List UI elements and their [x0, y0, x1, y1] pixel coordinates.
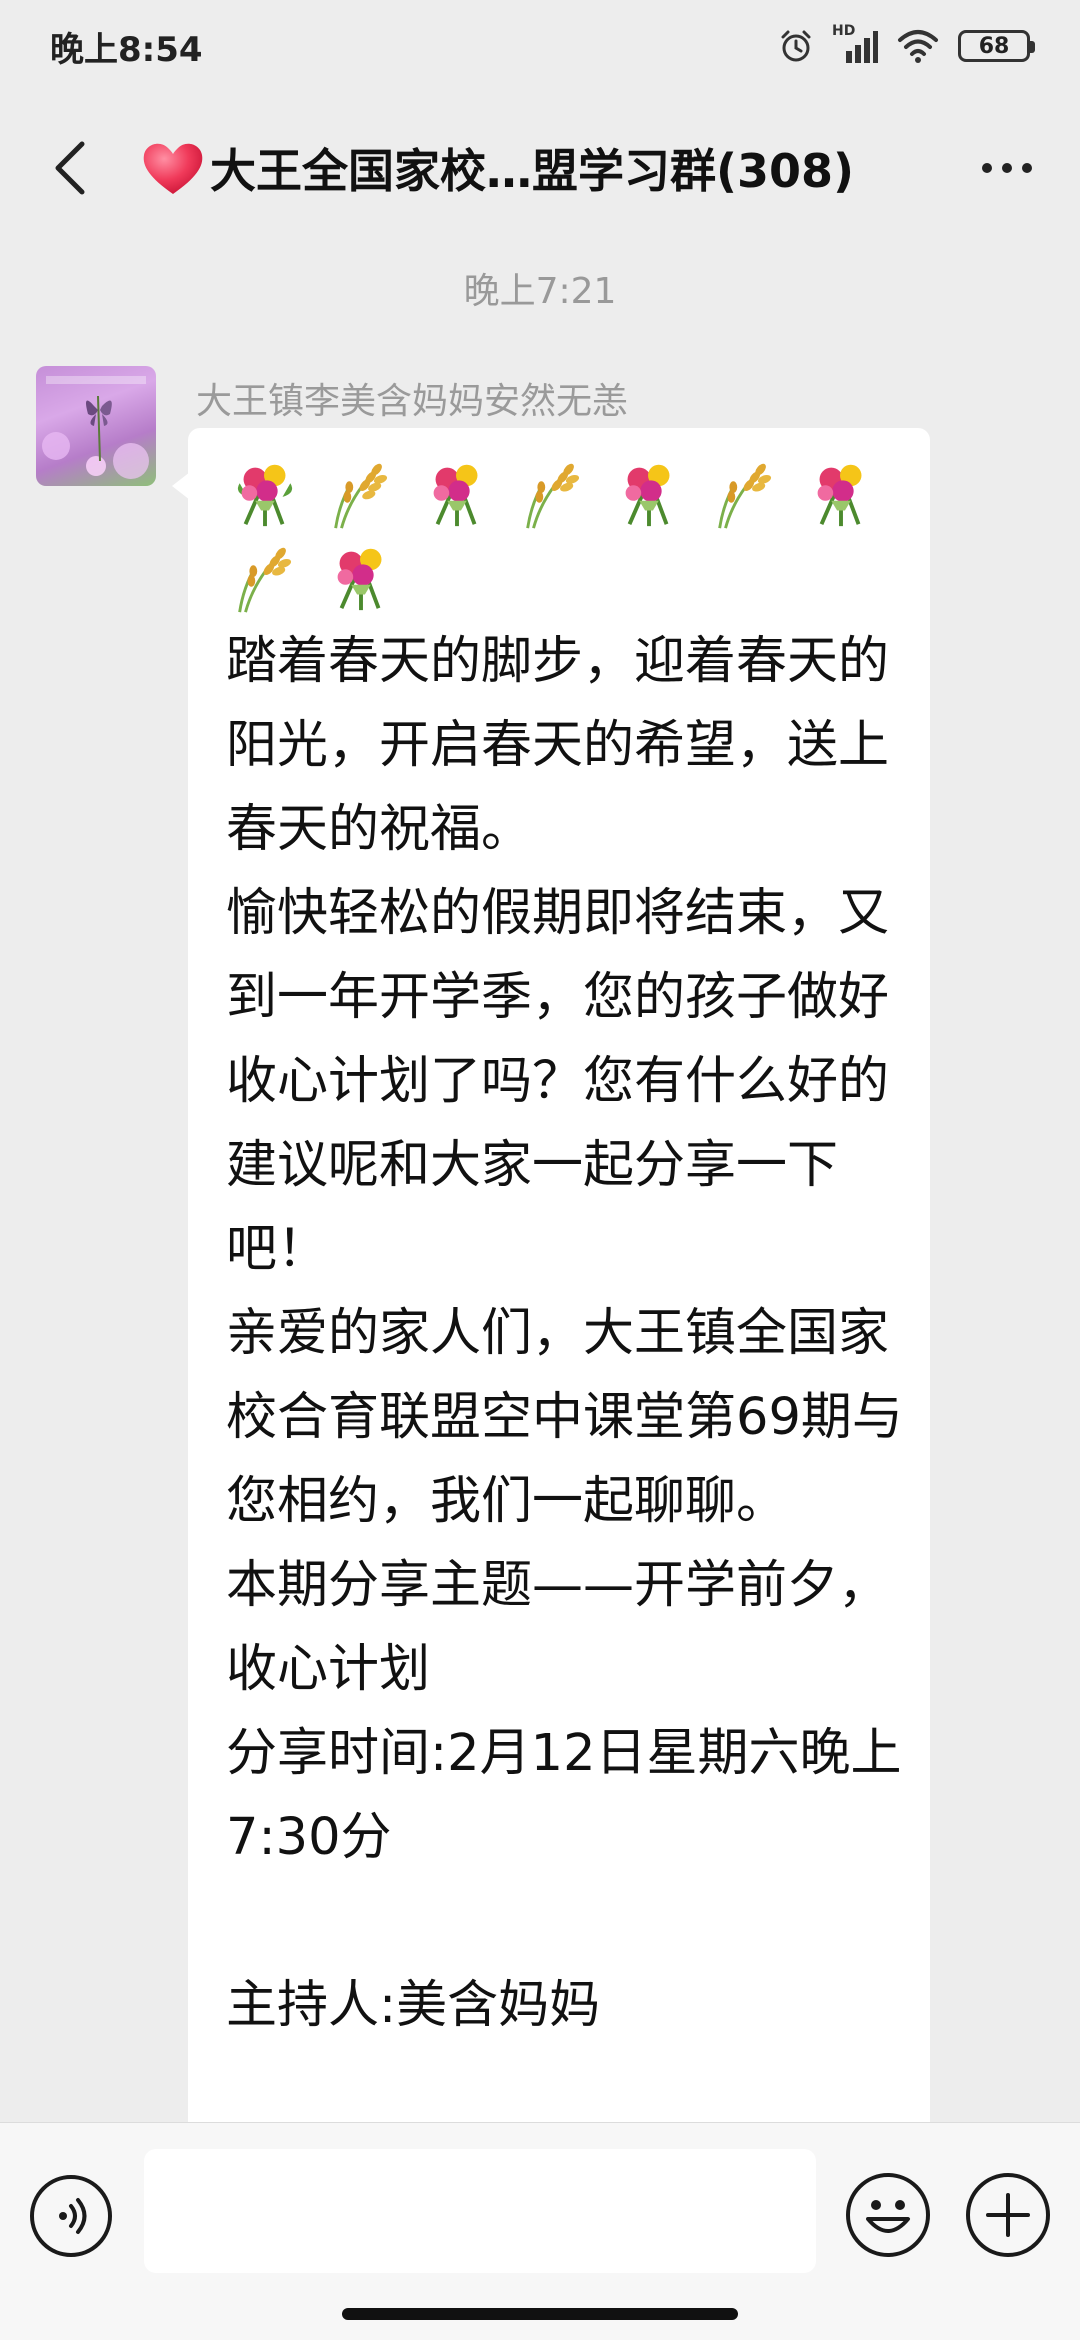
wifi-icon: [898, 30, 938, 63]
rice-ear-icon: [334, 463, 388, 529]
message-bubble[interactable]: 踏着春天的脚步，迎着春天的阳光，开启春天的希望，送上春天的祝福。 愉快轻松的假期…: [188, 428, 930, 2148]
more-dot-icon: [1022, 163, 1032, 173]
time-divider: 晚上7:21: [463, 271, 617, 312]
emoji-button[interactable]: [846, 2173, 930, 2257]
battery-level: 68: [978, 33, 1010, 59]
home-indicator[interactable]: [342, 2308, 738, 2320]
back-button[interactable]: [40, 138, 100, 198]
chat-title-area[interactable]: 大王全国家校…盟学习群(308): [140, 132, 930, 204]
message-text: 踏着春天的脚步，迎着春天的阳光，开启春天的希望，送上春天的祝福。 愉快轻松的假期…: [226, 632, 903, 2035]
smiley-face-icon: [866, 2200, 910, 2233]
more-dot-icon: [1002, 163, 1012, 173]
bouquet-icon: [625, 464, 670, 527]
alarm-icon: [781, 30, 811, 62]
more-functions-button[interactable]: [966, 2173, 1050, 2257]
bouquet-icon: [817, 464, 862, 527]
bouquet-icon: [433, 464, 478, 527]
back-arrow-icon: [55, 141, 85, 195]
voice-icon: [59, 2198, 87, 2234]
more-dot-icon: [982, 163, 992, 173]
status-icons: HD 68: [778, 23, 1035, 65]
status-bar: 晚上8:54 HD 68: [0, 0, 1080, 92]
more-options-button[interactable]: [972, 140, 1042, 196]
voice-button[interactable]: [30, 2175, 112, 2257]
status-time: 晚上8:54: [50, 29, 203, 70]
bouquet-icon: [337, 548, 382, 611]
red-heart-icon: [143, 143, 203, 194]
rice-ear-icon: [526, 463, 580, 529]
signal-icon: HD: [832, 23, 878, 65]
rice-ear-icon: [718, 463, 772, 529]
sender-name: 大王镇李美含妈妈安然无恙: [196, 381, 629, 422]
sender-avatar[interactable]: [36, 366, 156, 486]
chat-title: 大王全国家校…盟学习群(308): [210, 144, 855, 198]
message-input[interactable]: [144, 2149, 816, 2273]
avatar-butterfly-image: [42, 376, 149, 479]
chat-header: 大王全国家校…盟学习群(308): [0, 118, 1080, 218]
battery-icon: 68: [958, 30, 1035, 62]
bouquet-icon: [237, 464, 293, 527]
plus-icon: [986, 2193, 1030, 2237]
emoji-row: [226, 454, 906, 616]
rice-ear-icon: [238, 547, 292, 613]
